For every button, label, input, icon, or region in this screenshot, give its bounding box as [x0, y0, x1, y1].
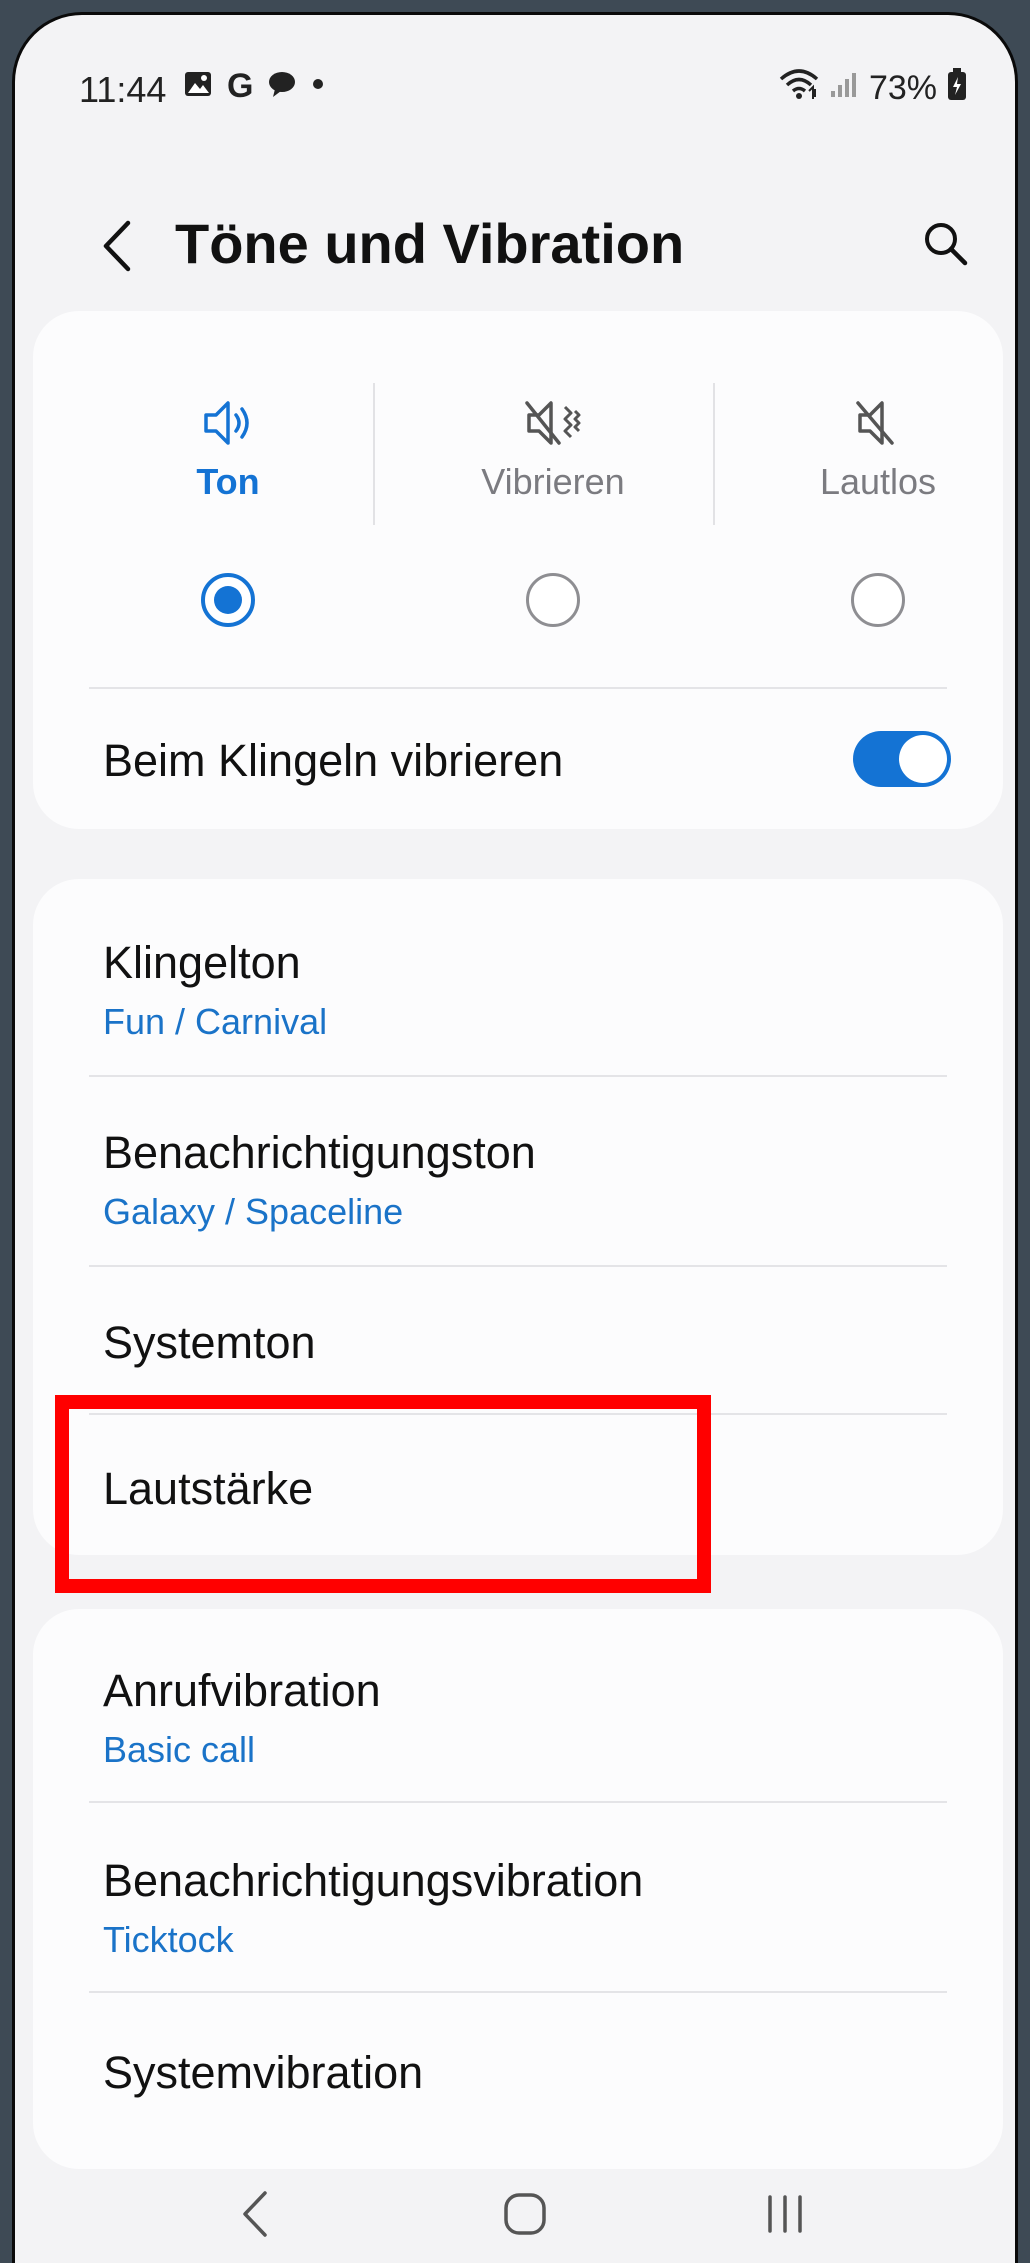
nav-recents-button[interactable]	[745, 2181, 825, 2251]
list-item-system-vibration[interactable]: Systemvibration	[33, 1993, 1003, 2143]
back-icon	[239, 2189, 271, 2244]
mode-option-sound[interactable]: Ton	[73, 311, 383, 627]
list-item-title: Systemvibration	[103, 2047, 424, 2098]
search-icon	[921, 219, 969, 272]
list-item-title: Benachrichtigungston	[103, 1127, 536, 1178]
page-title: Töne und Vibration	[175, 212, 685, 275]
recents-icon	[762, 2191, 808, 2242]
notification-icons: G	[183, 67, 325, 106]
vibrate-while-ringing-row[interactable]: Beim Klingeln vibrieren	[33, 691, 1003, 829]
dot-icon	[311, 77, 325, 96]
status-right: 73%	[779, 67, 967, 110]
list-item-ringtone[interactable]: Klingelton Fun / Carnival	[33, 879, 1003, 1075]
vibrate-while-ringing-toggle[interactable]	[853, 731, 951, 787]
list-item-notification-vibration[interactable]: Benachrichtigungsvibration Ticktock	[33, 1803, 1003, 1991]
battery-percent: 73%	[868, 69, 937, 107]
list-item-subtitle: Galaxy / Spaceline	[103, 1191, 404, 1232]
sound-mode-card: Ton Vibrieren Lautlos Beim Klingeln vibr…	[33, 311, 1003, 829]
speaker-vibrate-icon	[398, 393, 708, 453]
list-item-call-vibration[interactable]: Anrufvibration Basic call	[33, 1609, 1003, 1801]
chevron-left-icon	[100, 219, 134, 278]
list-item-title: Benachrichtigungsvibration	[103, 1855, 644, 1906]
highlight-box	[55, 1395, 711, 1593]
divider	[89, 687, 947, 689]
vibration-settings-card: Anrufvibration Basic call Benachrichtigu…	[33, 1609, 1003, 2169]
app-bar: Töne und Vibration	[15, 185, 1015, 305]
mode-option-mute[interactable]: Lautlos	[723, 311, 1015, 627]
google-g-icon: G	[227, 67, 254, 105]
battery-icon	[947, 67, 967, 110]
nav-home-button[interactable]	[485, 2181, 565, 2251]
nav-back-button[interactable]	[215, 2181, 295, 2251]
phone-screen: 11:44 G 73% Töne und Vibration Ton Vibri…	[12, 12, 1018, 2263]
list-item-title: Systemton	[103, 1317, 316, 1368]
divider	[713, 383, 715, 525]
signal-icon	[829, 69, 859, 108]
image-icon	[183, 69, 213, 104]
list-item-subtitle: Ticktock	[103, 1919, 234, 1960]
list-item-subtitle: Fun / Carnival	[103, 1001, 328, 1042]
radio-mute[interactable]	[851, 573, 905, 627]
list-item-title: Anrufvibration	[103, 1665, 381, 1716]
list-item-subtitle: Basic call	[103, 1729, 256, 1770]
wifi-icon	[779, 67, 819, 110]
mode-label-mute: Lautlos	[819, 461, 937, 502]
search-button[interactable]	[915, 215, 975, 275]
back-button[interactable]	[87, 213, 147, 283]
mode-label-vibrate: Vibrieren	[481, 461, 625, 502]
list-item-notification-sound[interactable]: Benachrichtigungston Galaxy / Spaceline	[33, 1077, 1003, 1265]
status-time: 11:44	[79, 69, 167, 110]
vibrate-while-ringing-label: Beim Klingeln vibrieren	[103, 735, 564, 786]
mode-label-sound: Ton	[196, 461, 260, 502]
speaker-mute-icon	[723, 393, 1015, 453]
list-item-title: Klingelton	[103, 937, 301, 988]
radio-vibrate[interactable]	[526, 573, 580, 627]
list-item-system-sound[interactable]: Systemton	[33, 1267, 1003, 1413]
home-icon	[502, 2191, 548, 2242]
divider	[373, 383, 375, 525]
navigation-bar	[15, 2151, 1015, 2263]
speaker-sound-icon	[73, 393, 383, 453]
chat-icon	[267, 69, 297, 104]
status-bar: 11:44 G 73%	[15, 15, 1015, 135]
mode-option-vibrate[interactable]: Vibrieren	[398, 311, 708, 627]
radio-sound[interactable]	[201, 573, 255, 627]
